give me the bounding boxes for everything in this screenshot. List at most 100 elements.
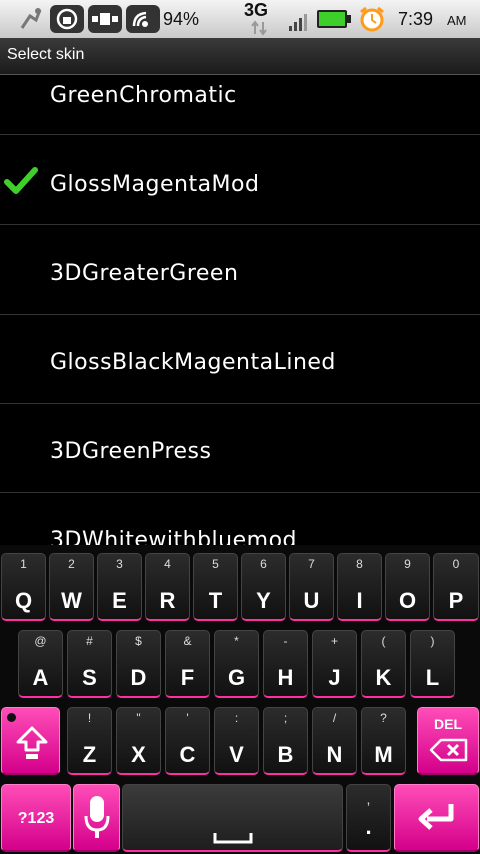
key-label: H xyxy=(277,665,294,690)
list-item[interactable]: GreenChromatic xyxy=(0,75,480,135)
key-c[interactable]: ' C xyxy=(165,707,210,775)
list-item-label: GlossMagentaMod xyxy=(50,172,260,197)
key-w[interactable]: 2W xyxy=(49,553,94,621)
key-alt-label: 8 xyxy=(356,557,363,571)
key-g[interactable]: * G xyxy=(214,630,259,698)
key-alt-label: ) xyxy=(430,634,435,648)
key-o[interactable]: 9O xyxy=(385,553,430,621)
battery-percent: 94% xyxy=(163,9,200,29)
key-z[interactable]: ! Z xyxy=(67,707,112,775)
key-alt-label: 0 xyxy=(452,557,460,571)
key-alt-label: ; xyxy=(283,711,288,725)
key-label: V xyxy=(229,742,244,767)
key-i[interactable]: 8I xyxy=(337,553,382,621)
comma-label: , xyxy=(366,791,371,807)
lock-icon xyxy=(50,5,84,33)
key-alt-label: ? xyxy=(380,711,387,725)
key-b[interactable]: ; B xyxy=(263,707,308,775)
key-label: Q xyxy=(14,588,33,613)
key-p[interactable]: 0P xyxy=(433,553,479,621)
key-k[interactable]: (K xyxy=(361,630,406,698)
key-d[interactable]: $ D xyxy=(116,630,161,698)
key-label: N xyxy=(326,742,343,767)
voice-input-key[interactable] xyxy=(73,784,120,852)
checkmark-icon xyxy=(4,166,38,200)
list-item[interactable]: 3DGreaterGreen xyxy=(0,226,480,315)
soft-keyboard: 1Q 2W 3E 4R 5T 6Y 7U 8I 9O 0P @ A # S $ D &… xyxy=(0,545,480,854)
shift-key[interactable] xyxy=(1,707,60,775)
comma-period-key[interactable]: , . xyxy=(346,784,391,852)
space-icon xyxy=(213,829,253,848)
shift-arrow-icon xyxy=(16,726,48,766)
list-item-label: GreenChromatic xyxy=(50,83,237,108)
list-item[interactable]: 3DWhitewithbluemod xyxy=(0,493,480,545)
key-label: A xyxy=(32,665,49,690)
key-a[interactable]: @ A xyxy=(18,630,63,698)
connection-icon xyxy=(88,5,122,33)
key-alt-label: + xyxy=(330,634,338,648)
key-u[interactable]: 7U xyxy=(289,553,334,621)
key-alt-label: 2 xyxy=(68,557,75,571)
key-e[interactable]: 3E xyxy=(97,553,142,621)
list-item-label: GlossBlackMagentaLined xyxy=(50,350,336,375)
shift-lock-indicator xyxy=(7,713,16,722)
key-label: R xyxy=(159,588,176,613)
key-label: X xyxy=(131,742,146,767)
usb-debug-icon xyxy=(18,6,44,32)
key-x[interactable]: " X xyxy=(116,707,161,775)
key-alt-label: " xyxy=(136,711,141,725)
key-label: I xyxy=(356,588,363,613)
key-alt-label: / xyxy=(332,711,337,725)
key-r[interactable]: 4R xyxy=(145,553,190,621)
battery-icon xyxy=(316,9,352,29)
key-j[interactable]: + J xyxy=(312,630,357,698)
key-n[interactable]: / N xyxy=(312,707,357,775)
skin-list[interactable]: GreenChromatic GlossMagentaMod 3DGreater… xyxy=(0,75,480,545)
key-alt-label: @ xyxy=(34,634,47,648)
key-y[interactable]: 6Y xyxy=(241,553,286,621)
microphone-icon xyxy=(84,794,110,846)
key-label: Z xyxy=(82,742,97,767)
key-h[interactable]: -H xyxy=(263,630,308,698)
key-q[interactable]: 1Q xyxy=(1,553,46,621)
list-item[interactable]: 3DGreenPress xyxy=(0,404,480,493)
signal-icon xyxy=(288,12,308,32)
key-label: K xyxy=(375,665,392,690)
space-key[interactable] xyxy=(122,784,343,852)
key-label: J xyxy=(328,665,341,690)
key-label: C xyxy=(179,742,196,767)
network-type: 3G xyxy=(244,0,269,20)
delete-key[interactable]: DEL xyxy=(417,707,479,775)
key-alt-label: ! xyxy=(87,711,92,725)
clock-ampm: AM xyxy=(447,13,467,28)
list-item[interactable]: GlossBlackMagentaLined xyxy=(0,315,480,404)
key-label: Y xyxy=(256,588,271,613)
key-label: W xyxy=(61,588,82,613)
list-item-label: 3DGreaterGreen xyxy=(50,261,239,286)
key-t[interactable]: 5T xyxy=(193,553,238,621)
delete-label: DEL xyxy=(434,716,462,732)
symbols-key[interactable]: ?123 xyxy=(1,784,71,852)
key-m[interactable]: ? M xyxy=(361,707,406,775)
list-item[interactable]: GlossMagentaMod xyxy=(0,136,480,225)
key-label: O xyxy=(398,588,417,613)
key-alt-label: 5 xyxy=(212,557,219,571)
key-alt-label: * xyxy=(234,634,239,648)
enter-key[interactable] xyxy=(394,784,479,852)
key-alt-label: # xyxy=(86,634,93,648)
key-alt-label: 1 xyxy=(20,557,27,571)
key-f[interactable]: & F xyxy=(165,630,210,698)
key-alt-label: - xyxy=(283,634,288,648)
key-v[interactable]: :V xyxy=(214,707,259,775)
list-item-label: 3DGreenPress xyxy=(50,439,212,464)
key-label: F xyxy=(180,665,195,690)
key-label: U xyxy=(303,588,320,613)
key-label: M xyxy=(374,742,393,767)
key-s[interactable]: # S xyxy=(67,630,112,698)
enter-arrow-icon xyxy=(417,801,457,839)
key-alt-label: 6 xyxy=(260,557,267,571)
key-l[interactable]: ) L xyxy=(410,630,455,698)
key-alt-label: : xyxy=(234,711,239,725)
list-item-label: 3DWhitewithbluemod xyxy=(50,528,297,545)
status-bar: 94% 3G 7:39 AM xyxy=(0,0,480,38)
